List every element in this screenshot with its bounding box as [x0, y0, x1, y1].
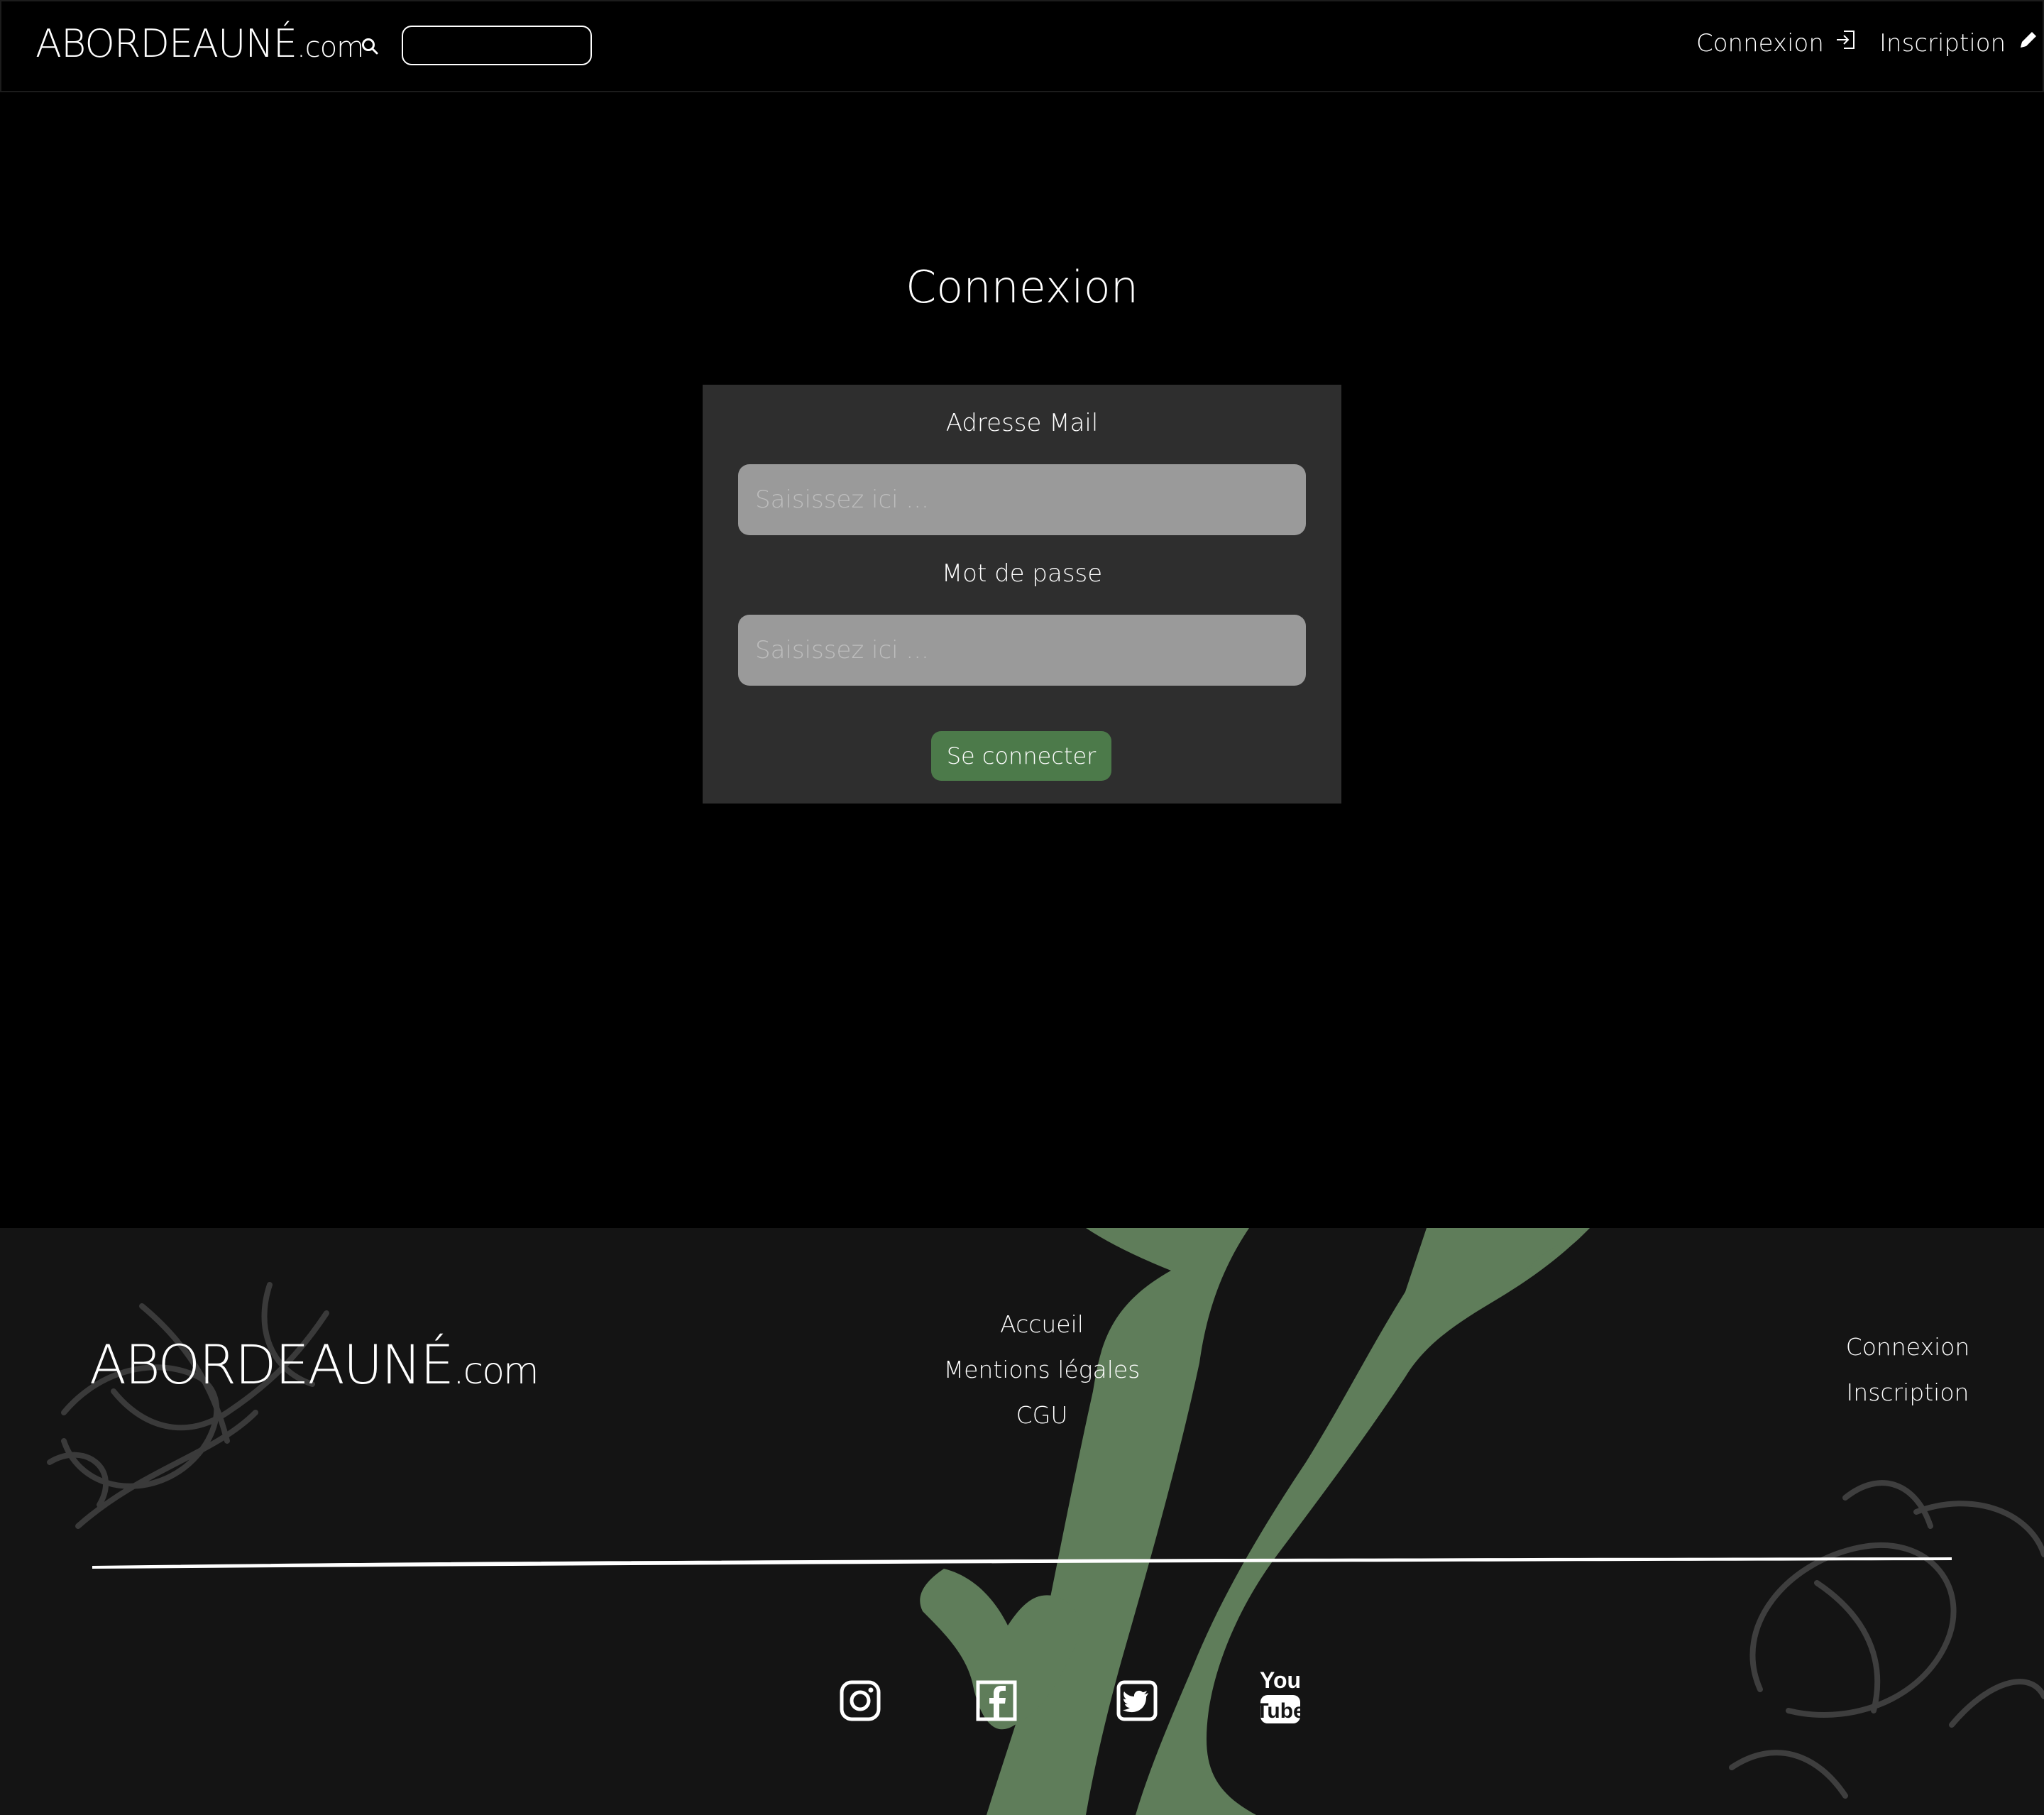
logo-text: ABORDEAUNÉ [35, 21, 297, 66]
footer-logo[interactable]: ABORDEAUNÉ.com [89, 1333, 539, 1396]
footer-logo-text: ABORDEAUNÉ [89, 1333, 454, 1396]
search-input[interactable] [402, 26, 592, 65]
password-field[interactable] [738, 615, 1306, 686]
svg-text:Tube: Tube [1258, 1699, 1303, 1723]
email-label: Adresse Mail [945, 409, 1099, 437]
login-button[interactable]: Se connecter [931, 731, 1111, 781]
search-icon[interactable] [361, 37, 379, 55]
footer: ABORDEAUNÉ.com Accueil Mentions légales … [0, 1228, 2044, 1815]
page-title: Connexion [905, 261, 1138, 313]
footer-link-home[interactable]: Accueil [1000, 1309, 1084, 1340]
footer-links-right: Connexion Inscription [1837, 1332, 1979, 1408]
footer-link-cgu[interactable]: CGU [1016, 1400, 1068, 1431]
pencil-icon [2017, 28, 2038, 57]
twitter-icon[interactable] [1114, 1675, 1160, 1726]
footer-divider [92, 1557, 1952, 1569]
footer-link-legal[interactable]: Mentions légales [944, 1354, 1141, 1386]
login-form: Adresse Mail Mot de passe Se connecter [703, 385, 1341, 804]
instagram-icon[interactable] [837, 1675, 883, 1726]
svg-text:You: You [1260, 1667, 1301, 1693]
footer-links-center: Accueil Mentions légales CGU [900, 1309, 1184, 1431]
email-field[interactable] [738, 464, 1306, 535]
nav-login-label: Connexion [1696, 28, 1824, 57]
site-logo[interactable]: ABORDEAUNÉ.com [35, 21, 364, 66]
social-links: You Tube [0, 1667, 2044, 1732]
footer-link-login[interactable]: Connexion [1846, 1332, 1970, 1363]
footer-link-signup[interactable]: Inscription [1847, 1377, 1969, 1408]
nav-signup-link[interactable]: Inscription [1879, 28, 2038, 57]
nav-login-link[interactable]: Connexion [1696, 28, 1857, 57]
login-icon [1835, 28, 1857, 57]
logo-domain: .com [297, 31, 364, 64]
password-label: Mot de passe [941, 559, 1103, 588]
nav-signup-label: Inscription [1879, 28, 2006, 57]
youtube-icon[interactable]: You Tube [1255, 1667, 1305, 1726]
footer-logo-domain: .com [453, 1350, 539, 1393]
facebook-icon[interactable] [974, 1675, 1019, 1726]
top-navbar: ABORDEAUNÉ.com Connexion Inscription [0, 0, 2044, 92]
